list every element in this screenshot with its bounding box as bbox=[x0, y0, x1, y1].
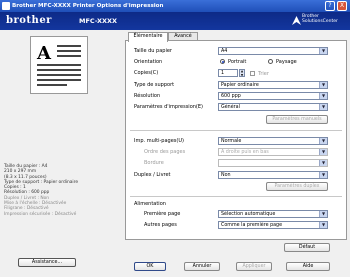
chevron-down-icon: ▼ bbox=[319, 82, 327, 88]
copies-label: Copies(C) bbox=[134, 70, 159, 76]
window-title-bar: Brother MFC-XXXX Printer Options d'impre… bbox=[0, 0, 350, 12]
summary-line: Impression sécurisée : Désactivé bbox=[4, 211, 77, 217]
chevron-down-icon: ▼ bbox=[319, 160, 327, 166]
resolution-label: Résolution bbox=[134, 93, 161, 99]
multiple-page-label: Imp. multi-pages(U) bbox=[134, 138, 184, 144]
print-settings-label: Paramètres d'impression(E) bbox=[134, 104, 203, 110]
solutions-center-link[interactable]: Brother SolutionsCenter bbox=[302, 14, 350, 24]
support-button[interactable]: Assistance... bbox=[18, 258, 76, 267]
chevron-down-icon: ▼ bbox=[319, 48, 327, 54]
help-button[interactable]: Aide bbox=[286, 262, 330, 271]
chevron-down-icon: ▼ bbox=[319, 211, 327, 217]
tab-basic[interactable]: Élémentaire bbox=[128, 32, 168, 42]
duplex-settings-button[interactable]: Paramètres duplex bbox=[266, 182, 328, 191]
duplex-label: Duplex / Livret bbox=[134, 172, 171, 178]
first-page-label: Première page bbox=[144, 211, 181, 217]
help-title-button[interactable]: ? bbox=[325, 1, 335, 11]
default-button[interactable]: Défaut bbox=[284, 243, 330, 252]
page-order-select[interactable]: À droite puis en bas ▼ bbox=[218, 148, 328, 156]
border-label: Bordure bbox=[144, 160, 164, 166]
portrait-label: Portrait bbox=[228, 59, 247, 65]
other-pages-label: Autres pages bbox=[144, 222, 177, 228]
cancel-button[interactable]: Annuler bbox=[184, 262, 220, 271]
section-divider bbox=[130, 196, 342, 197]
window-title: Brother MFC-XXXX Printer Options d'impre… bbox=[12, 3, 164, 9]
settings-summary: Taille du papier : A4 210 x 297 mm (8.3 x … bbox=[4, 164, 116, 217]
apply-button[interactable]: Appliquer bbox=[236, 262, 272, 271]
printer-app-icon bbox=[2, 2, 10, 10]
media-type-select[interactable]: Papier ordinaire ▼ bbox=[218, 81, 328, 89]
paper-size-select[interactable]: A4 ▼ bbox=[218, 47, 328, 55]
copies-input[interactable]: 1 bbox=[218, 69, 238, 77]
print-settings-select[interactable]: Général ▼ bbox=[218, 103, 328, 111]
collate-label: Trier bbox=[258, 71, 269, 77]
landscape-radio[interactable] bbox=[268, 59, 273, 64]
other-pages-select[interactable]: Comme la première page ▼ bbox=[218, 221, 328, 229]
landscape-label: Paysage bbox=[276, 59, 297, 65]
orientation-label: Orientation bbox=[134, 59, 163, 65]
copies-spinner[interactable]: ▲ ▼ bbox=[239, 69, 245, 77]
ok-button[interactable]: OK bbox=[134, 262, 166, 271]
chevron-down-icon: ▼ bbox=[319, 104, 327, 110]
page-preview: A bbox=[30, 36, 88, 94]
close-window-button[interactable]: X bbox=[337, 1, 347, 11]
chevron-down-icon: ▼ bbox=[319, 149, 327, 155]
duplex-select[interactable]: Non ▼ bbox=[218, 171, 328, 179]
brother-logo: brother bbox=[6, 15, 52, 26]
border-select[interactable]: ▼ bbox=[218, 159, 328, 167]
multiple-page-select[interactable]: Normale ▼ bbox=[218, 137, 328, 145]
paper-source-label: Alimentation bbox=[134, 201, 166, 207]
first-page-select[interactable]: Sélection automatique ▼ bbox=[218, 210, 328, 218]
portrait-radio[interactable] bbox=[220, 59, 225, 64]
resolution-select[interactable]: 600 ppp ▼ bbox=[218, 92, 328, 100]
brand-bar: brother MFC-XXXX Brother SolutionsCenter bbox=[0, 12, 350, 30]
manual-settings-button[interactable]: Paramètres manuels bbox=[266, 115, 328, 124]
chevron-down-icon: ▼ bbox=[319, 222, 327, 228]
document-preview-icon: A bbox=[36, 43, 81, 86]
collate-checkbox[interactable] bbox=[250, 71, 255, 76]
chevron-down-icon: ▼ bbox=[319, 93, 327, 99]
solutions-center-icon bbox=[292, 16, 301, 25]
svg-text:A: A bbox=[36, 43, 52, 64]
section-divider bbox=[130, 130, 342, 131]
chevron-down-icon: ▼ bbox=[319, 138, 327, 144]
page-order-label: Ordre des pages bbox=[144, 149, 186, 155]
paper-size-label: Taille du papier bbox=[134, 48, 172, 54]
chevron-down-icon: ▼ bbox=[319, 172, 327, 178]
media-type-label: Type de support bbox=[134, 82, 175, 88]
model-name: MFC-XXXX bbox=[79, 17, 118, 25]
